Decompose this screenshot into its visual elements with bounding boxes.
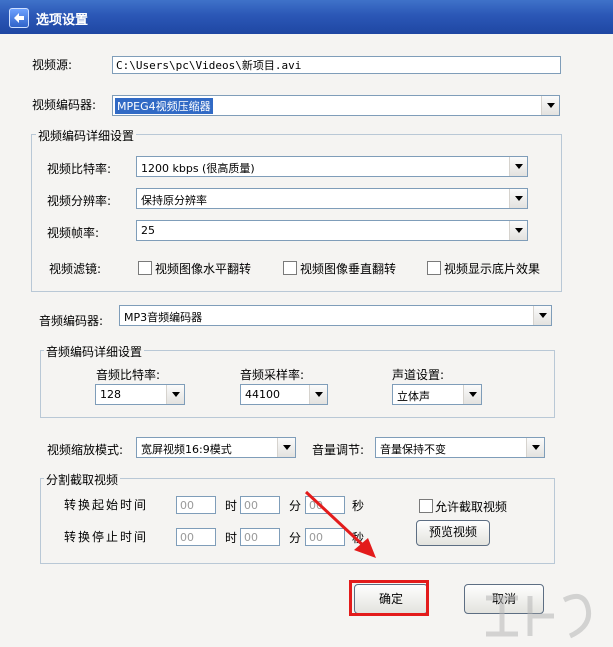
video-encoder-select[interactable]: MPEG4视频压缩器 [112,95,560,116]
options-dialog: 选项设置 视频源: C:\Users\pc\Videos\新项目.avi 视频编… [0,0,613,647]
vflip-checkbox[interactable] [283,261,297,275]
end-hour-field[interactable]: 00 [176,528,216,546]
window-title: 选项设置 [36,13,89,28]
allow-split-checkbox[interactable] [419,499,433,513]
scale-mode-label: 视频缩放模式: [47,443,124,457]
video-resolution-label: 视频分辨率: [47,194,112,208]
video-detail-group-title: 视频编码详细设置 [36,127,137,144]
chevron-down-icon[interactable] [509,157,527,176]
red-arrow-annotation [304,490,376,558]
ok-highlight-box [349,580,429,616]
chevron-down-icon[interactable] [541,96,559,115]
negative-checkbox[interactable] [427,261,441,275]
audio-detail-group-title: 音频编码详细设置 [44,343,145,360]
hflip-label[interactable]: 视频图像水平翻转 [155,260,251,277]
start-hour-field[interactable]: 00 [176,496,216,514]
video-encoder-label: 视频编码器: [32,98,97,112]
audio-bitrate-value: 128 [100,388,121,401]
video-encoder-value: MPEG4视频压缩器 [115,98,213,114]
scale-mode-value: 宽屏视频16:9模式 [141,443,232,456]
negative-label[interactable]: 视频显示底片效果 [444,260,540,277]
start-time-label: 转换起始时间 [64,498,149,512]
audio-bitrate-select[interactable]: 128 [95,384,185,405]
title-bar[interactable]: 选项设置 [0,0,613,34]
chevron-down-icon[interactable] [277,438,295,457]
preview-video-button[interactable]: 预览视频 [416,520,490,546]
start-minute-field[interactable]: 00 [240,496,280,514]
app-icon [9,8,29,28]
channel-value: 立体声 [397,390,430,403]
allow-split-label[interactable]: 允许截取视频 [435,498,507,515]
channel-select[interactable]: 立体声 [392,384,482,405]
hour-unit: 时 [225,499,238,513]
volume-value: 音量保持不变 [380,443,446,456]
chevron-down-icon[interactable] [463,385,481,404]
audio-encoder-label: 音频编码器: [39,314,104,328]
hflip-checkbox[interactable] [138,261,152,275]
video-bitrate-select[interactable]: 1200 kbps (很高质量) [136,156,528,177]
vflip-label[interactable]: 视频图像垂直翻转 [300,260,396,277]
watermark-logo [486,593,592,639]
video-resolution-select[interactable]: 保持原分辨率 [136,188,528,209]
audio-samplerate-select[interactable]: 44100 [240,384,328,405]
video-filter-label: 视频滤镜: [49,262,102,276]
audio-samplerate-label: 音频采样率: [240,368,305,382]
chevron-down-icon[interactable] [526,438,544,457]
video-bitrate-value: 1200 kbps (很高质量) [141,162,255,175]
chevron-down-icon[interactable] [533,306,551,325]
video-source-field[interactable]: C:\Users\pc\Videos\新项目.avi [112,56,561,74]
chevron-down-icon[interactable] [509,189,527,208]
video-framerate-value: 25 [141,224,155,237]
scale-mode-select[interactable]: 宽屏视频16:9模式 [136,437,296,458]
split-group-title: 分割截取视频 [44,471,121,488]
video-framerate-select[interactable]: 25 [136,220,528,241]
video-bitrate-label: 视频比特率: [47,162,112,176]
chevron-down-icon[interactable] [509,221,527,240]
audio-samplerate-value: 44100 [245,388,280,401]
volume-select[interactable]: 音量保持不变 [375,437,545,458]
audio-bitrate-label: 音频比特率: [96,368,161,382]
end-minute-field[interactable]: 00 [240,528,280,546]
audio-encoder-value: MP3音频编码器 [124,311,203,324]
video-framerate-label: 视频帧率: [47,226,100,240]
chevron-down-icon[interactable] [166,385,184,404]
chevron-down-icon[interactable] [309,385,327,404]
volume-label: 音量调节: [312,443,365,457]
video-source-label: 视频源: [32,58,73,72]
channel-label: 声道设置: [392,368,445,382]
end-time-label: 转换停止时间 [64,530,149,544]
hour-unit: 时 [225,531,238,545]
audio-encoder-select[interactable]: MP3音频编码器 [119,305,552,326]
video-resolution-value: 保持原分辨率 [141,194,207,207]
